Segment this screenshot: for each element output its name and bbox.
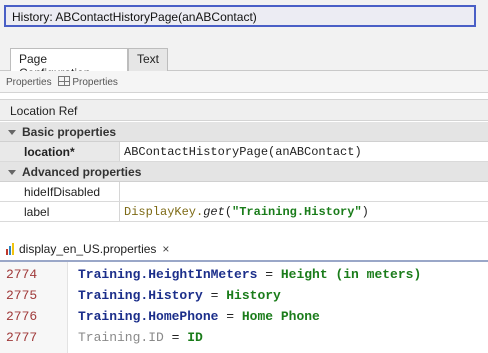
value-paren-close: ) [361,205,369,219]
section-title: Advanced properties [22,165,142,179]
line-number: 2776 [6,309,38,324]
properties-toolbar: Properties Properties [0,71,488,93]
property-value: Height (in meters) [280,267,422,282]
basic-properties-section[interactable]: Basic properties [0,122,488,142]
property-value: Home Phone [241,309,320,324]
properties-file-icon [6,243,16,255]
line-number: 2775 [6,288,38,303]
property-key: Training.History [78,288,203,303]
line-number: 2777 [6,330,38,345]
properties-label[interactable]: Properties [6,77,52,88]
equals-sign: = [202,288,227,303]
collapse-triangle-icon[interactable] [8,130,16,135]
title-bar: History: ABContactHistoryPage(anABContac… [0,0,488,40]
value-method: get [203,205,225,219]
close-icon[interactable]: × [162,242,169,256]
property-row-hideifdisabled[interactable]: hideIfDisabled [0,182,488,202]
code-line[interactable]: 2775 Training.History = History [0,286,488,306]
properties-grid-icon[interactable] [58,76,71,86]
property-row-label[interactable]: label DisplayKey.get("Training.History") [0,202,488,222]
property-key: hideIfDisabled [0,182,120,201]
properties-view-label[interactable]: Properties [72,77,118,88]
collapse-triangle-icon[interactable] [8,170,16,175]
property-row-location[interactable]: location* ABContactHistoryPage(anABConta… [0,142,488,162]
file-tab-name: display_en_US.properties [19,242,157,256]
tab-strip: Page Configuration Text [0,40,488,80]
window-title[interactable]: History: ABContactHistoryPage(anABContac… [4,5,476,27]
equals-sign: = [163,330,188,345]
property-key: Training.ID [78,330,164,345]
property-key: label [0,202,120,221]
property-key: location* [0,142,120,161]
property-key: Training.HomePhone [78,309,219,324]
property-value: ID [187,330,203,345]
tab-text[interactable]: Text [128,48,168,71]
value-paren-open: ( [224,205,233,219]
code-editor[interactable]: 2774 Training.HeightInMeters = Height (i… [0,262,488,353]
advanced-properties-section[interactable]: Advanced properties [0,162,488,182]
value-prefix: DisplayKey. [124,205,204,219]
section-title: Basic properties [22,125,117,139]
editor-tabbar: display_en_US.properties × [0,238,488,262]
property-value[interactable]: DisplayKey.get("Training.History") [124,205,369,219]
property-table: Basic properties location* ABContactHist… [0,122,488,222]
equals-sign: = [218,309,242,324]
line-number: 2774 [6,267,38,282]
code-line[interactable]: 2774 Training.HeightInMeters = Height (i… [0,265,488,285]
value-string: "Training.History" [232,205,362,219]
code-line[interactable]: 2777 Training.ID = ID [0,328,488,348]
equals-sign: = [257,267,281,282]
location-ref-header: Location Ref [0,99,488,121]
property-value: History [226,288,281,303]
file-tab-display-properties[interactable]: display_en_US.properties × [2,240,173,262]
property-key: Training.HeightInMeters [78,267,258,282]
property-value[interactable]: ABContactHistoryPage(anABContact) [124,145,362,159]
panel-gap [0,226,488,238]
tab-page-configuration[interactable]: Page Configuration [10,48,128,80]
code-line[interactable]: 2776 Training.HomePhone = Home Phone [0,307,488,327]
